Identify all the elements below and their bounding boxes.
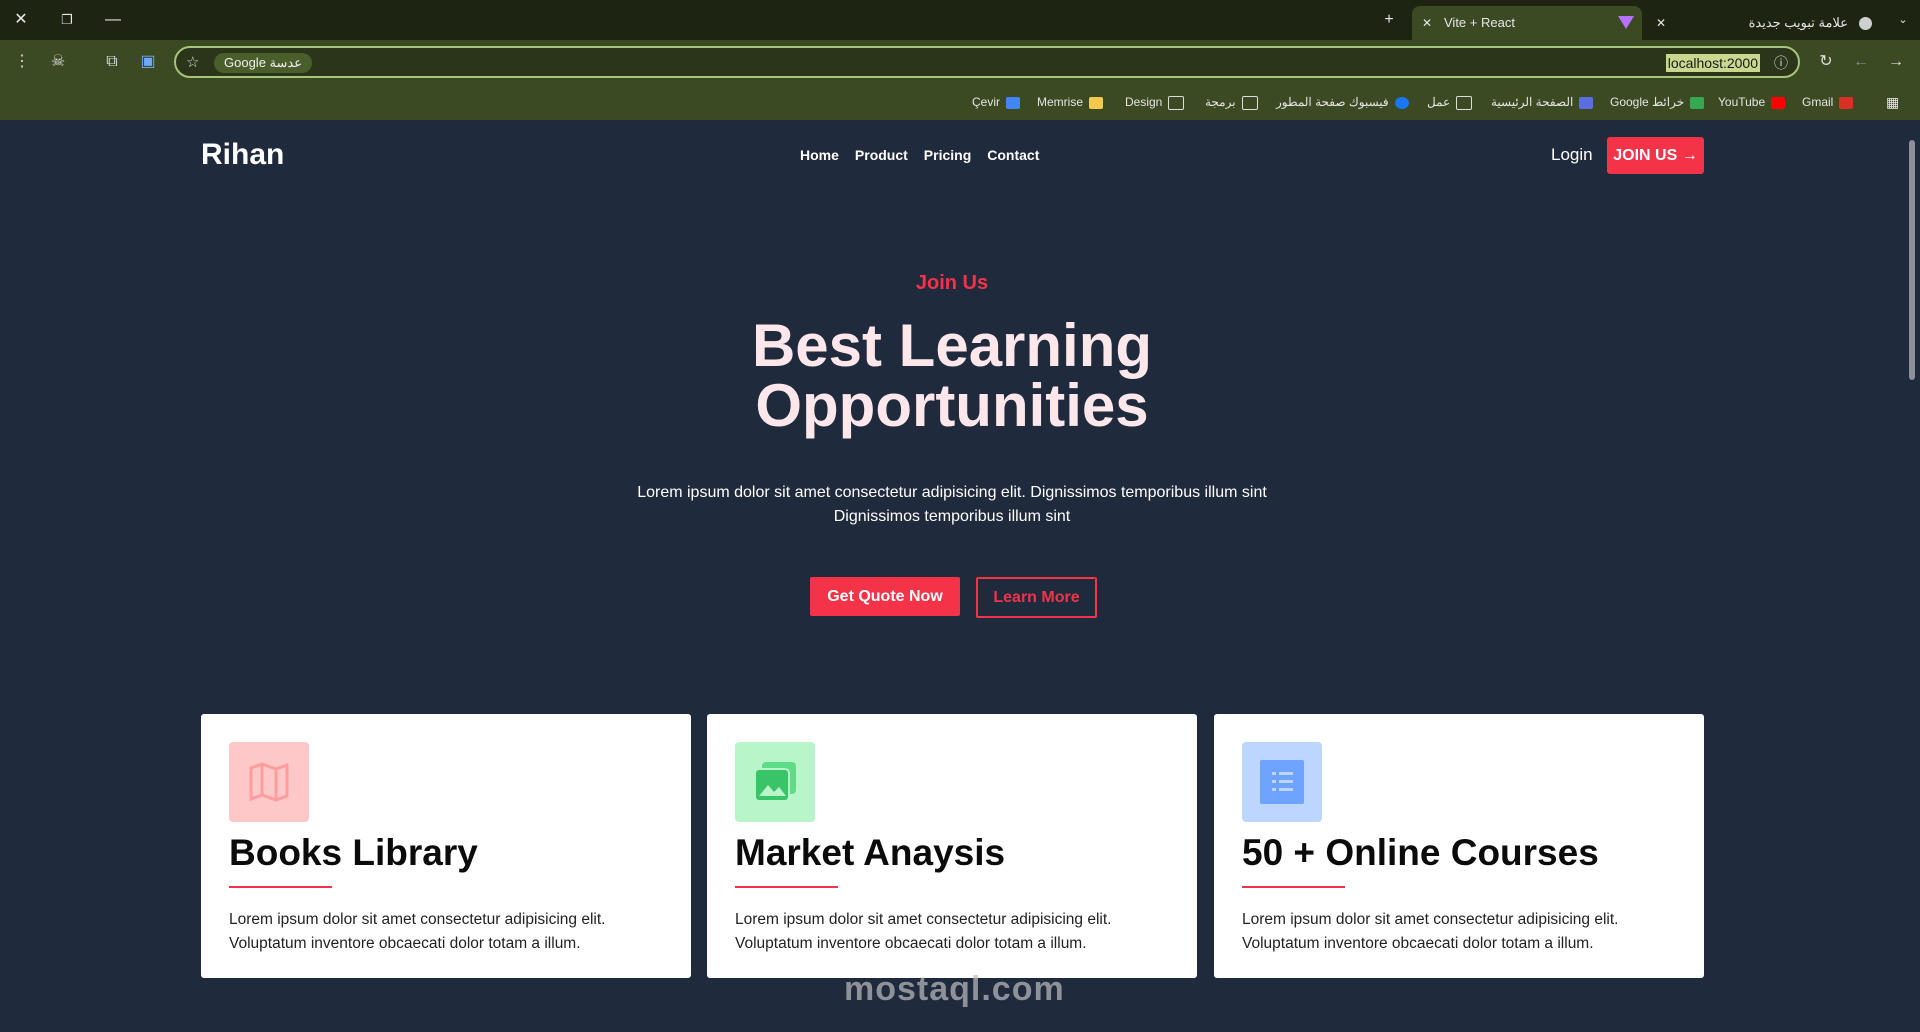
bookmarks-bar: Gmail YouTube Google خرائط الصفحة الرئيس… [0, 84, 1920, 121]
card-text: Lorem ipsum dolor sit amet consectetur a… [1242, 911, 1619, 952]
browser-tab-bar: ✕ ❐ — + ✕ Vite + React ✕ علامة تبويب جدي… [0, 0, 1920, 40]
nav-pricing[interactable]: Pricing [924, 147, 971, 163]
bookmark-youtube[interactable]: YouTube [1718, 93, 1786, 111]
hero-title: Best Learning Opportunities [0, 316, 1904, 436]
nav-home[interactable]: Home [800, 147, 839, 163]
card-title: Books Library [229, 832, 478, 873]
reload-icon[interactable]: ↻ [1814, 50, 1838, 74]
bookmark-label: Design [1125, 95, 1163, 109]
new-tab-icon[interactable]: + [1376, 8, 1402, 32]
tab-search-chevron-icon[interactable]: ⌄ [1890, 8, 1916, 32]
card-title: Market Anaysis [735, 832, 1006, 873]
close-tab-icon[interactable]: ✕ [1656, 6, 1666, 40]
bookmark-label: عمل [1427, 95, 1451, 109]
watermark: mostaql.com [844, 970, 1065, 1008]
bookmark-google-maps[interactable]: Google خرائط [1610, 93, 1705, 111]
feature-card-courses: 50 + Online Courses Lorem ipsum dolor si… [1214, 714, 1704, 978]
bookmark-star-icon[interactable]: ☆ [186, 53, 199, 71]
apps-grid-icon[interactable]: ▦ [1886, 93, 1899, 111]
hero-text-line-2: Dignissimos temporibus illum sint [833, 508, 1071, 525]
main-nav: Home Product Pricing Contact [800, 147, 1039, 163]
arrow-right-icon: → [1681, 147, 1698, 164]
hero-title-line-2: Opportunities [755, 372, 1149, 439]
tab-vite-react[interactable]: ✕ Vite + React [1412, 6, 1642, 40]
scrollbar-thumb[interactable] [1909, 140, 1915, 380]
minimize-window-icon[interactable]: — [100, 8, 126, 32]
extension-pirate-icon[interactable]: ☠ [46, 50, 70, 74]
feature-card-books: Books Library Lorem ipsum dolor sit amet… [201, 714, 691, 978]
site-info-icon[interactable]: ⓘ [1774, 53, 1788, 73]
folder-icon [1241, 95, 1258, 110]
back-arrow-icon[interactable]: ← [1849, 50, 1873, 74]
bookmark-work[interactable]: عمل [1427, 93, 1473, 111]
google-lens-chip[interactable]: Google عدسة [214, 53, 312, 73]
folder-icon [1456, 95, 1473, 110]
browser-toolbar: ⋮ ☠ ⧉ ▣ ☆ Google عدسة localhost:2000 ⓘ ↻… [0, 40, 1920, 84]
card-text: Lorem ipsum dolor sit amet consectetur a… [229, 911, 606, 952]
close-tab-icon[interactable]: ✕ [1422, 6, 1432, 40]
tab-label: Vite + React [1444, 15, 1515, 30]
close-window-icon[interactable]: ✕ [8, 8, 34, 32]
card-title: 50 + Online Courses [1242, 832, 1599, 873]
join-us-label: JOIN US [1613, 147, 1678, 164]
bookmark-label: Memrise [1037, 95, 1084, 109]
title-underline [229, 886, 332, 888]
hero-text-line-1: Lorem ipsum dolor sit amet consectetur a… [637, 484, 1267, 501]
vite-icon [1618, 16, 1634, 29]
chrome-icon [1859, 17, 1872, 30]
join-us-button[interactable]: JOIN US → [1607, 137, 1704, 174]
translate-icon [1006, 96, 1021, 109]
bookmark-home[interactable]: الصفحة الرئيسية [1491, 93, 1594, 111]
title-underline [735, 886, 838, 888]
get-quote-button[interactable]: Get Quote Now [810, 577, 960, 616]
login-link[interactable]: Login [1551, 145, 1593, 165]
bookmark-label: الصفحة الرئيسية [1491, 95, 1574, 109]
tab-new-tab[interactable]: ✕ علامة تبويب جديدة [1650, 6, 1890, 40]
bookmark-programming[interactable]: برمجة [1205, 93, 1258, 111]
extensions-puzzle-icon[interactable]: ⧉ [100, 50, 124, 74]
home-page-icon [1579, 96, 1594, 109]
menu-kebab-icon[interactable]: ⋮ [10, 50, 34, 74]
url-text[interactable]: localhost:2000 [1665, 54, 1760, 72]
page-scrollbar[interactable] [1904, 120, 1920, 1032]
nav-product[interactable]: Product [855, 147, 908, 163]
bookmark-facebook-page[interactable]: فيسبوك صفحة المطور [1276, 93, 1409, 111]
hero-eyebrow: Join Us [915, 272, 989, 294]
bookmark-gmail[interactable]: Gmail [1802, 93, 1854, 111]
bookmark-label: YouTube [1718, 95, 1766, 109]
bookmark-memrise[interactable]: Memrise [1037, 93, 1104, 111]
card-text: Lorem ipsum dolor sit amet consectetur a… [735, 911, 1112, 952]
translate-icon[interactable]: ▣ [136, 50, 160, 74]
bookmark-label: Gmail [1802, 95, 1834, 109]
memrise-icon [1089, 96, 1104, 109]
facebook-icon [1394, 96, 1409, 109]
map-icon [229, 742, 309, 822]
title-underline [1242, 886, 1345, 888]
bookmark-label: فيسبوك صفحة المطور [1276, 95, 1389, 109]
gmail-icon [1839, 96, 1854, 109]
tab-label: علامة تبويب جديدة [1748, 15, 1848, 30]
brand-logo[interactable]: Rihan [201, 138, 284, 172]
learn-more-button[interactable]: Learn More [976, 577, 1097, 618]
folder-icon [1168, 95, 1185, 110]
hero-title-line-1: Best Learning [751, 312, 1153, 379]
images-icon [735, 742, 815, 822]
feature-card-market: Market Anaysis Lorem ipsum dolor sit ame… [707, 714, 1197, 978]
nav-contact[interactable]: Contact [987, 147, 1039, 163]
page: Rihan Home Product Pricing Contact Login… [0, 120, 1904, 1032]
youtube-icon [1771, 96, 1786, 109]
bookmark-label: Çevir [972, 95, 1001, 109]
forward-arrow-icon[interactable]: → [1884, 50, 1908, 74]
list-icon [1242, 742, 1322, 822]
restore-window-icon[interactable]: ❐ [54, 8, 80, 32]
hero-description: Lorem ipsum dolor sit amet consectetur a… [620, 481, 1284, 529]
address-bar[interactable]: ☆ Google عدسة localhost:2000 ⓘ [174, 46, 1800, 78]
bookmark-label: Google خرائط [1610, 95, 1685, 109]
bookmark-design[interactable]: Design [1125, 93, 1185, 111]
bookmark-label: برمجة [1205, 95, 1236, 109]
bookmark-translate[interactable]: Çevir [972, 93, 1021, 111]
maps-pin-icon [1690, 96, 1705, 109]
